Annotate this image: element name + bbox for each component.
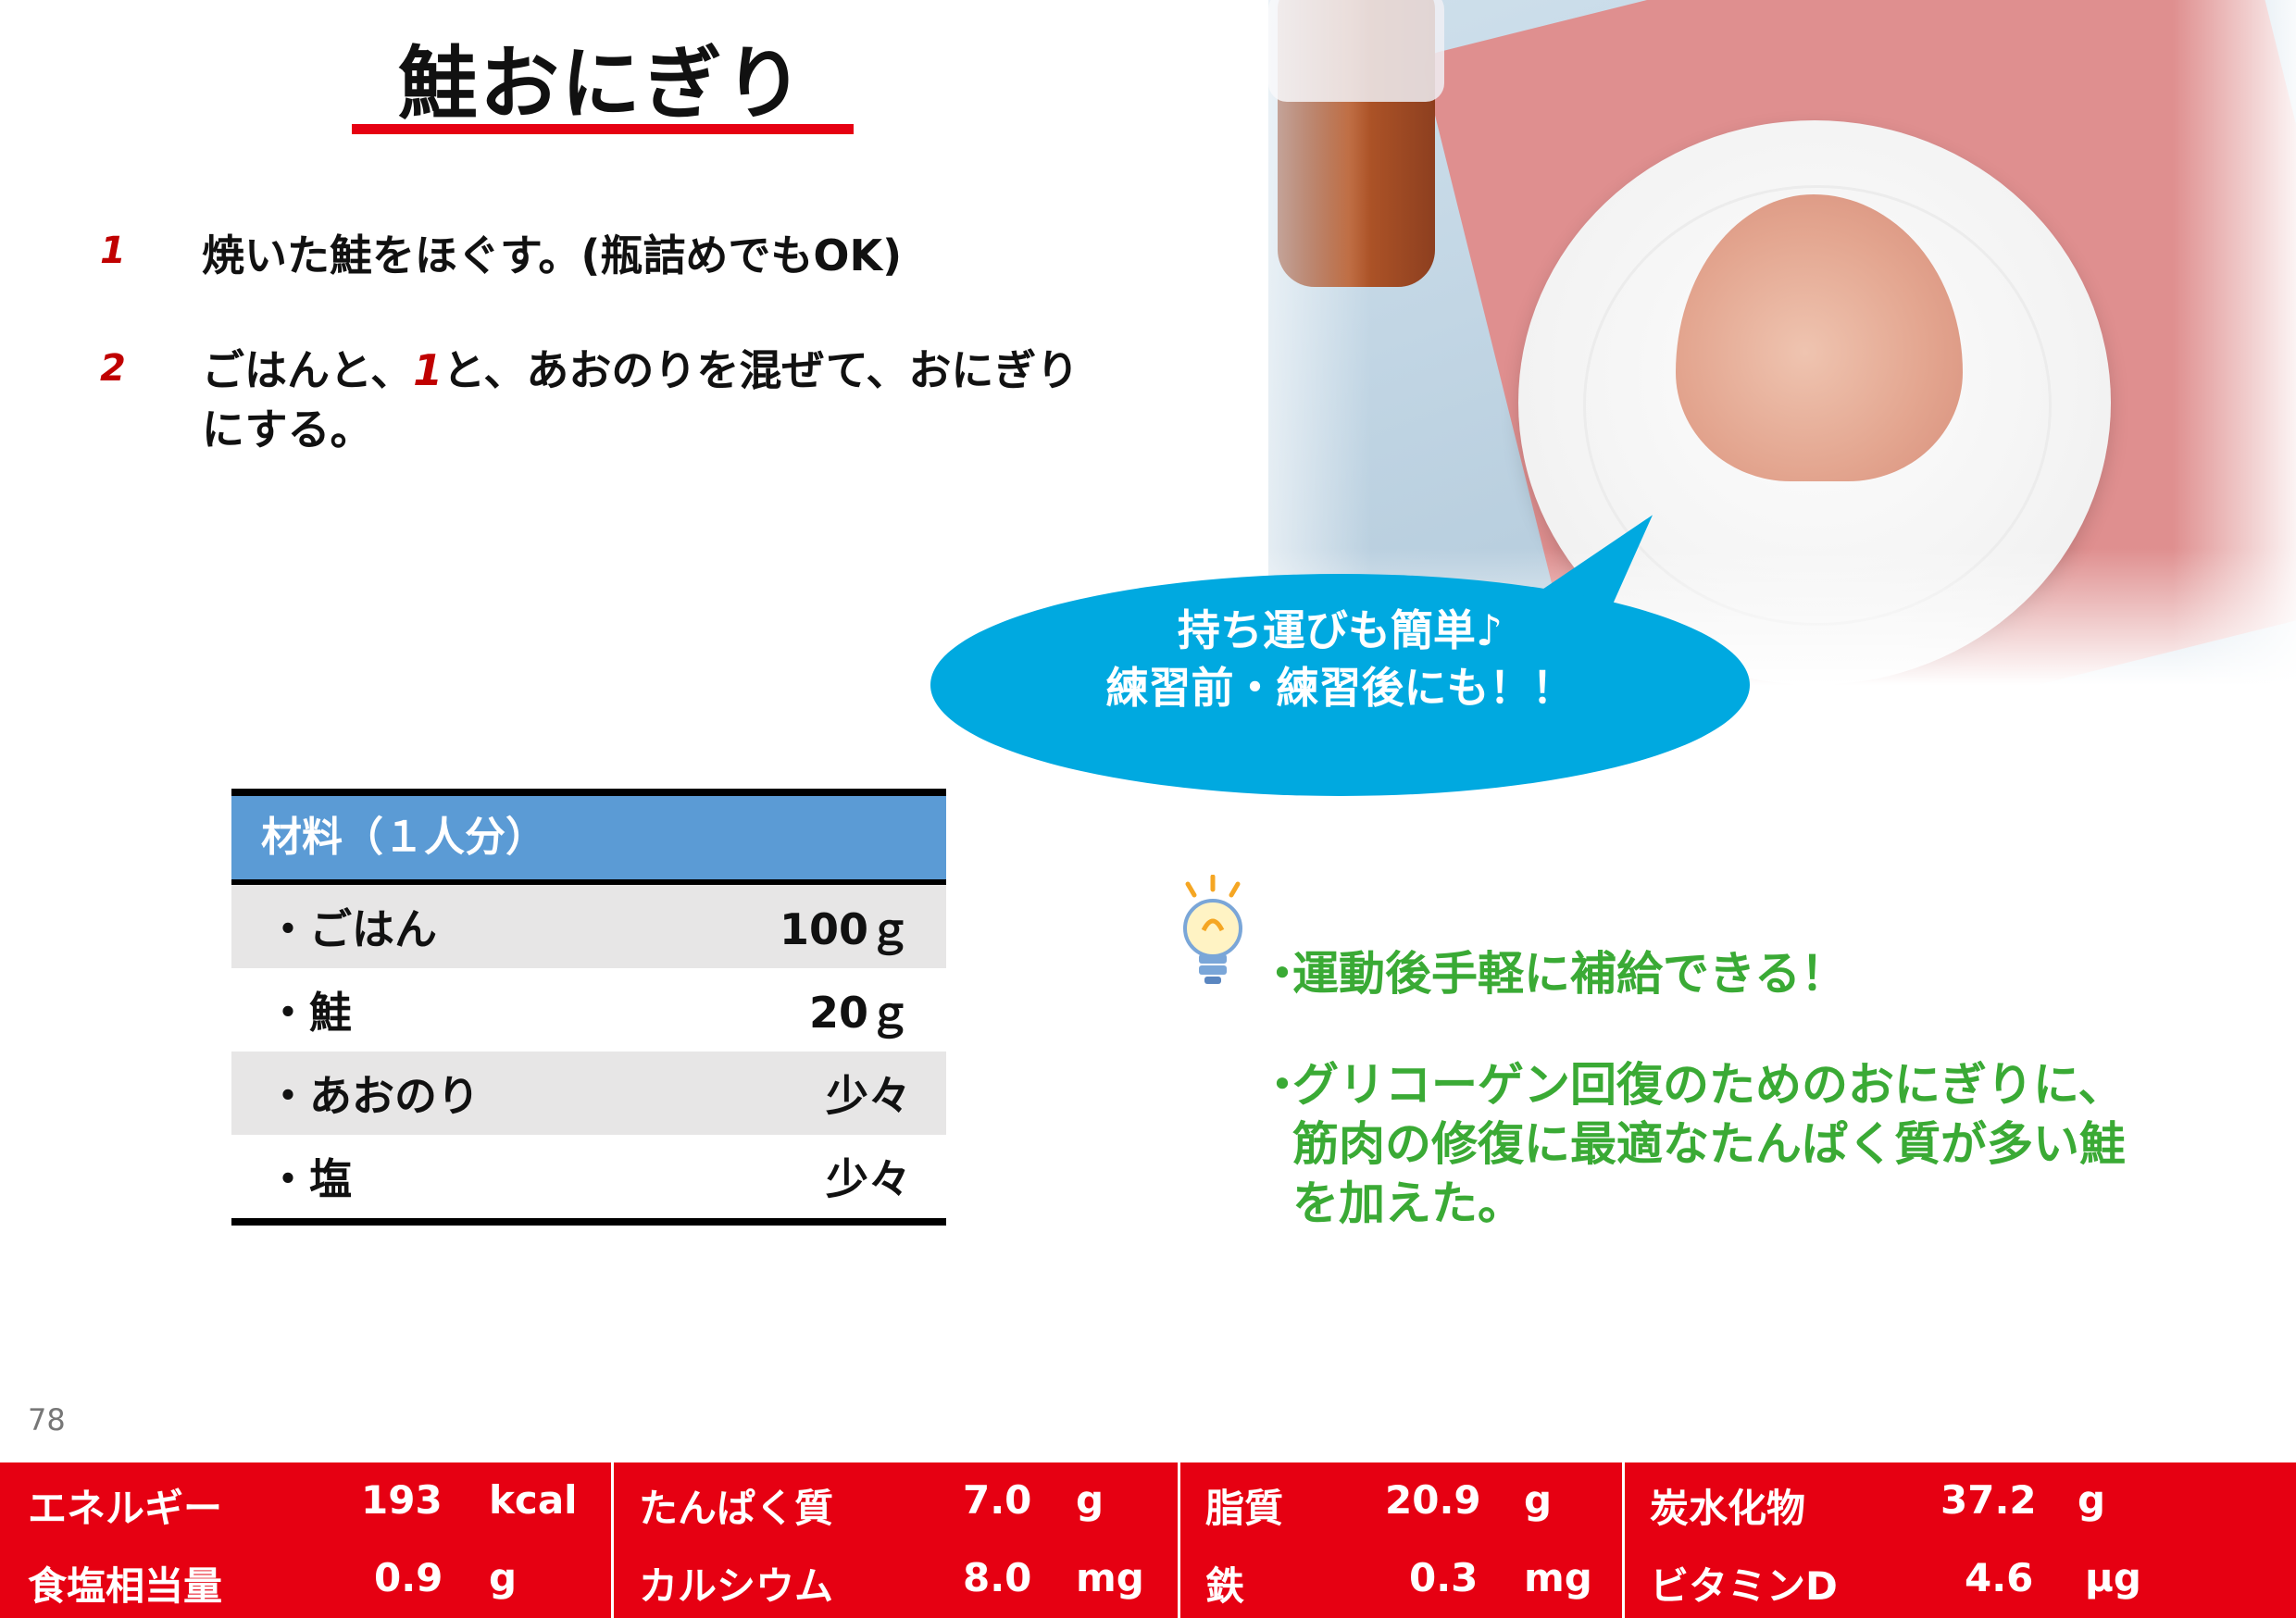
ingredient-name: ・鮭 <box>267 988 352 1038</box>
ingredient-amount: 20ｇ <box>808 988 911 1038</box>
page-number: 78 <box>28 1402 66 1438</box>
nutrition-unit: mg <box>1076 1555 1144 1600</box>
ingredient-name: ・塩 <box>267 1154 352 1204</box>
nutrition-value: 193 <box>361 1477 443 1523</box>
step-ref-number: 1 <box>413 345 443 395</box>
nutrition-label: 鉄 <box>1205 1563 1245 1609</box>
step-number-2: 2 <box>100 347 126 390</box>
ingredient-name: ・あおのり <box>267 1071 480 1121</box>
tip-1-line1: 運動後手軽に補給できる！ <box>1292 947 1847 1001</box>
tip-2-line3: を加えた。 <box>1292 1176 1524 1230</box>
nutrition-unit: μg <box>2085 1555 2141 1600</box>
nutrition-label: エネルギー <box>28 1486 223 1531</box>
nutrition-unit: kcal <box>489 1477 578 1523</box>
lightbulb-icon <box>1183 875 1242 984</box>
speech-bubble-text: 持ち運びも簡単♪ 練習前・練習後にも！！ <box>930 602 1750 716</box>
step-text-1: 焼いた鮭をほぐす。(瓶詰めでもOK) <box>202 230 903 280</box>
nutrition-label: 脂質 <box>1205 1486 1284 1531</box>
ingredient-row: ・あおのり 少々 <box>231 1052 946 1135</box>
ingredient-name: ・ごはん <box>267 904 437 954</box>
nutrition-label: ビタミンD <box>1650 1563 1838 1609</box>
tip-1: ・運動後手軽に補給できる！ <box>1259 944 1847 1003</box>
nutrition-value: 8.0 <box>963 1555 1032 1600</box>
nutrition-unit: g <box>1076 1477 1104 1523</box>
speech-bubble-line2: 練習前・練習後にも！！ <box>1105 663 1575 713</box>
ingredient-amount: 少々 <box>826 1154 911 1204</box>
ingredient-amount: 100ｇ <box>779 904 911 954</box>
nutrition-value: 0.3 <box>1409 1555 1479 1600</box>
nutrition-label: たんぱく質 <box>639 1486 834 1531</box>
nutrition-value: 0.9 <box>374 1555 443 1600</box>
nutrition-unit: g <box>2078 1477 2106 1523</box>
nutrition-bar: エネルギー 193 kcal たんぱく質 7.0 g 脂質 20.9 g 炭水化… <box>0 1462 2296 1618</box>
nutrition-value: 37.2 <box>1940 1477 2037 1523</box>
step-text-2-pre: ごはんと、 <box>202 345 414 395</box>
nutrition-unit: mg <box>1524 1555 1592 1600</box>
ingredient-amount: 少々 <box>826 1071 911 1121</box>
step-text-2: ごはんと、1と、あおのりを混ぜて、おにぎり にする。 <box>202 341 1079 459</box>
nutrition-value: 7.0 <box>963 1477 1032 1523</box>
tip-2: ・グリコーゲン回復のためのおにぎりに、 筋肉の修復に最適なたんぱく質が多い鮭 を… <box>1259 1055 2126 1233</box>
ingredient-row: ・鮭 20ｇ <box>231 968 946 1052</box>
nutrition-label: カルシウム <box>639 1563 834 1609</box>
title-underline <box>352 124 854 134</box>
tip-2-line2: 筋肉の修復に最適なたんぱく質が多い鮭 <box>1292 1117 2126 1171</box>
tip-2-line1: グリコーゲン回復のためのおにぎりに、 <box>1292 1058 2125 1112</box>
nutrition-label: 炭水化物 <box>1650 1486 1806 1531</box>
nutrition-value: 4.6 <box>1965 1555 2034 1600</box>
speech-bubble-line1: 持ち運びも簡単♪ <box>1177 605 1504 655</box>
nutrition-label: 食塩相当量 <box>28 1563 223 1609</box>
nutrition-unit: g <box>489 1555 518 1600</box>
step-number-1: 1 <box>100 230 126 272</box>
tip-bullet: ・ <box>1259 1058 1305 1112</box>
nutrition-unit: g <box>1524 1477 1553 1523</box>
step-text-2-line2: にする。 <box>202 404 373 454</box>
step-text-2-post: と、あおのりを混ぜて、おにぎり <box>443 345 1079 395</box>
ingredient-row: ・塩 少々 <box>231 1135 946 1218</box>
ingredient-table: 材料（１人分） ・ごはん 100ｇ ・鮭 20ｇ ・あおのり 少々 ・塩 少々 <box>231 789 946 1226</box>
tip-bullet: ・ <box>1259 947 1305 1001</box>
page-title: 鮭おにぎり <box>398 38 805 131</box>
nutrition-value: 20.9 <box>1385 1477 1481 1523</box>
ingredient-table-header: 材料（１人分） <box>231 796 946 879</box>
ingredient-row: ・ごはん 100ｇ <box>231 885 946 968</box>
